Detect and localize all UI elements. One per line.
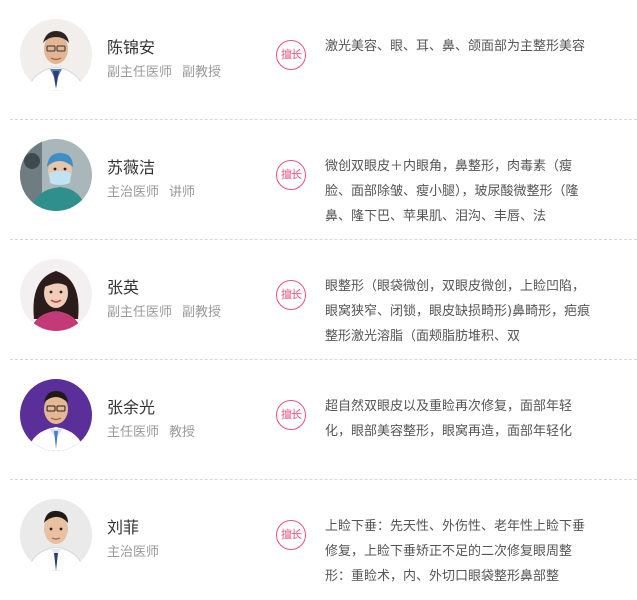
- doctor-surgical-cap-mask-icon: [20, 139, 92, 211]
- doctor-white-coat-tie-icon: [20, 499, 92, 571]
- doctor-name[interactable]: 张余光: [107, 394, 155, 418]
- doctor-avatar[interactable]: [20, 19, 92, 91]
- doctor-card[interactable]: 张余光 主任医师 教授 擅长 超自然双眼皮以及重睑再次修复，面部年轻化，眼部美容整…: [0, 360, 637, 480]
- doctor-woman-long-hair-icon: [20, 259, 92, 331]
- doctor-purple-background-glasses-icon: [20, 379, 92, 451]
- doctor-titles: 副主任医师 副教授: [107, 301, 221, 320]
- doctor-titles: 主治医师 讲师: [107, 181, 195, 200]
- specialty-badge: 擅长: [276, 280, 306, 310]
- doctor-title: 主治医师: [107, 545, 160, 560]
- doctor-avatar[interactable]: [20, 139, 92, 211]
- doctor-card[interactable]: 刘菲 主治医师 擅长 上睑下垂：先天性、外伤性、老年性上睑下垂修复，上睑下垂矫正…: [0, 480, 637, 600]
- doctor-specialty: 超自然双眼皮以及重睑再次修复，面部年轻化，眼部美容整形，眼窝再造，面部年轻化: [325, 399, 573, 439]
- doctor-name[interactable]: 陈锦安: [107, 34, 155, 58]
- doctor-specialty: 激光美容、眼、耳、鼻、颌面部为主整形美容: [325, 39, 586, 54]
- doctor-titles: 主任医师 教授: [107, 421, 195, 440]
- doctor-title: 主治医师: [107, 185, 160, 200]
- doctor-specialty: 微创双眼皮＋内眼角，鼻整形，肉毒素（瘦脸、面部除皱、瘦小腿），玻尿酸微整形（隆鼻…: [325, 159, 579, 224]
- doctor-avatar[interactable]: [20, 499, 92, 571]
- specialty-badge: 擅长: [276, 160, 306, 190]
- doctor-name[interactable]: 刘菲: [107, 514, 139, 538]
- doctor-white-coat-glasses-icon: [20, 19, 92, 91]
- doctor-avatar[interactable]: [20, 259, 92, 331]
- doctor-academic-title: 教授: [169, 425, 196, 440]
- doctor-list: 陈锦安 副主任医师 副教授 擅长 激光美容、眼、耳、鼻、颌面部为主整形美容 苏薇洁: [0, 0, 637, 593]
- doctor-academic-title: 副教授: [182, 305, 222, 320]
- doctor-specialty: 眼整形（眼袋微创，双眼皮微创，上睑凹陷，眼窝狭窄、闭锁，眼皮缺损畸形)鼻畸形，疤…: [325, 279, 591, 344]
- doctor-academic-title: 副教授: [182, 65, 222, 80]
- doctor-title: 主任医师: [107, 425, 160, 440]
- doctor-title: 副主任医师: [107, 65, 173, 80]
- doctor-card[interactable]: 张英 副主任医师 副教授 擅长 眼整形（眼袋微创，双眼皮微创，上睑凹陷，眼窝狭窄、…: [0, 240, 637, 360]
- doctor-specialty: 上睑下垂：先天性、外伤性、老年性上睑下垂修复，上睑下垂矫正不足的二次修复眼周整形…: [325, 519, 586, 584]
- doctor-avatar[interactable]: [20, 379, 92, 451]
- doctor-card[interactable]: 陈锦安 副主任医师 副教授 擅长 激光美容、眼、耳、鼻、颌面部为主整形美容: [0, 0, 637, 120]
- doctor-name[interactable]: 苏薇洁: [107, 154, 155, 178]
- doctor-title: 副主任医师: [107, 305, 173, 320]
- specialty-badge: 擅长: [276, 40, 306, 70]
- doctor-name[interactable]: 张英: [107, 274, 139, 298]
- doctor-titles: 副主任医师 副教授: [107, 61, 221, 80]
- specialty-badge: 擅长: [276, 400, 306, 430]
- doctor-card[interactable]: 苏薇洁 主治医师 讲师 擅长 微创双眼皮＋内眼角，鼻整形，肉毒素（瘦脸、面部除皱、…: [0, 120, 637, 240]
- doctor-titles: 主治医师: [107, 541, 159, 560]
- specialty-badge: 擅长: [276, 520, 306, 550]
- doctor-academic-title: 讲师: [169, 185, 196, 200]
